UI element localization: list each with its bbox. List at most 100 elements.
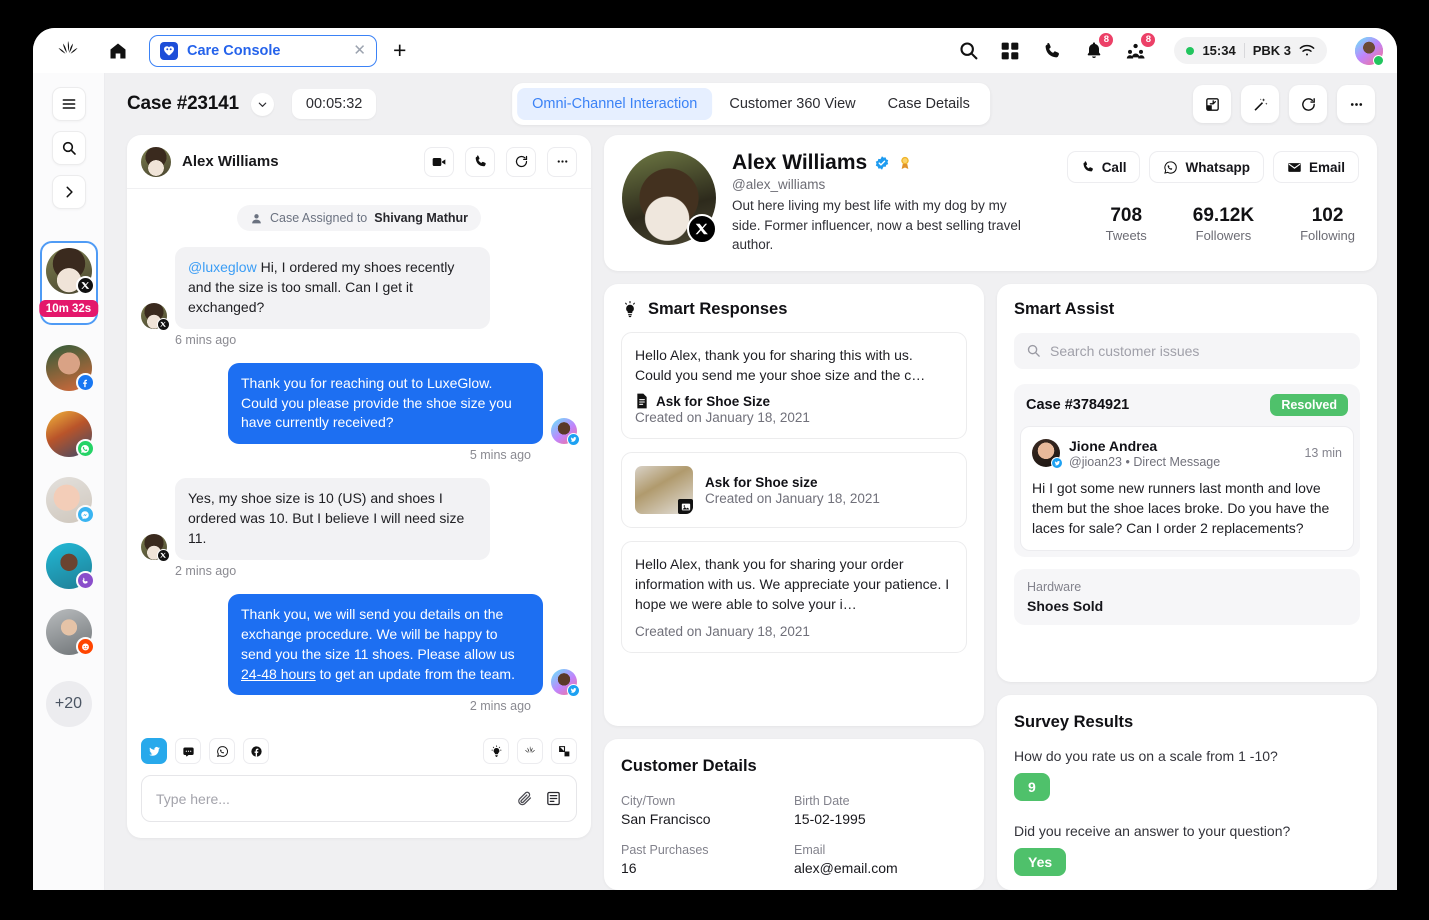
lightbulb-icon bbox=[621, 300, 639, 319]
stat-following: 102 Following bbox=[1300, 205, 1355, 243]
refresh-icon[interactable] bbox=[1289, 85, 1327, 123]
channel-whatsapp-icon bbox=[75, 439, 95, 458]
home-icon[interactable] bbox=[103, 36, 133, 66]
apps-grid-icon[interactable] bbox=[998, 39, 1022, 63]
composer-channel-facebook[interactable] bbox=[243, 738, 269, 764]
channel-x-icon bbox=[157, 548, 170, 562]
related-case-author: Jione Andrea bbox=[1069, 437, 1158, 454]
system-note-prefix: Case Assigned to bbox=[269, 211, 368, 225]
duplicate-icon[interactable] bbox=[1193, 85, 1231, 123]
attachment-icon[interactable] bbox=[516, 790, 533, 807]
status-pill: 15:34 PBK 3 bbox=[1174, 37, 1327, 64]
channel-twitter-icon bbox=[567, 433, 580, 447]
message-bubble: Thank you, we will send you details on t… bbox=[228, 593, 543, 696]
hardware-label: Hardware bbox=[1027, 579, 1082, 594]
smart-response-item[interactable]: Hello Alex, thank you for sharing this w… bbox=[621, 331, 967, 440]
magic-wand-icon[interactable] bbox=[1241, 85, 1279, 123]
people-icon[interactable]: 8 bbox=[1124, 31, 1157, 63]
app-body: 10m 32s +20 Case #23141 00:05:32 Omni-Ch… bbox=[33, 73, 1397, 890]
hardware-value: Shoes Sold bbox=[1027, 597, 1104, 614]
call-button[interactable]: Call bbox=[1066, 151, 1141, 183]
detail-value: alex@email.com bbox=[794, 860, 898, 876]
smart-assist-panel: Smart Assist Case #3784921 bbox=[997, 283, 1377, 682]
channel-viber-icon bbox=[75, 571, 95, 590]
smart-responses-column: Smart Responses Hello Alex, thank you fo… bbox=[604, 283, 984, 890]
email-icon bbox=[1287, 160, 1302, 175]
queue-item[interactable] bbox=[45, 345, 95, 392]
smart-response-item[interactable]: Hello Alex, thank you for sharing your o… bbox=[621, 541, 967, 654]
chevron-right-icon[interactable] bbox=[51, 175, 86, 209]
template-icon[interactable] bbox=[545, 790, 562, 807]
search-icon[interactable] bbox=[956, 39, 980, 63]
queue-item-active[interactable]: 10m 32s bbox=[38, 241, 99, 325]
close-icon[interactable]: ✕ bbox=[353, 43, 366, 58]
search-icon[interactable] bbox=[51, 131, 86, 165]
detail-value: 15-02-1995 bbox=[794, 811, 866, 827]
system-note: Case Assigned to Shivang Mathur bbox=[236, 205, 482, 231]
message-timestamp: 5 mins ago bbox=[469, 448, 531, 463]
related-case-source: @jioan23 • Direct Message bbox=[1069, 455, 1220, 469]
avatar[interactable] bbox=[1355, 36, 1384, 66]
phone-icon[interactable] bbox=[465, 146, 495, 177]
more-options-icon[interactable] bbox=[547, 146, 577, 177]
detail-value: San Francisco bbox=[621, 811, 711, 827]
status-badge: Resolved bbox=[1270, 393, 1348, 416]
channel-twitter-icon bbox=[567, 684, 580, 698]
message-text-link[interactable]: 24-48 hours bbox=[241, 666, 316, 682]
smart-response-item[interactable]: Ask for Shoe size Created on January 18,… bbox=[621, 452, 967, 529]
customer-details-panel: Customer Details City/Town San Francisco… bbox=[604, 739, 984, 890]
message-input-wrapper[interactable] bbox=[141, 775, 577, 822]
browser-tab-care-console[interactable]: Care Console ✕ bbox=[149, 34, 377, 67]
message-input[interactable] bbox=[156, 790, 504, 807]
customer-name-row: Alex Williams bbox=[732, 151, 1037, 175]
queue-item[interactable] bbox=[45, 411, 95, 458]
sprinklr-icon[interactable] bbox=[517, 738, 543, 764]
menu-icon[interactable] bbox=[51, 87, 86, 121]
more-options-icon[interactable] bbox=[1337, 85, 1375, 123]
search-input[interactable] bbox=[1050, 342, 1348, 359]
panels-row: Smart Responses Hello Alex, thank you fo… bbox=[604, 283, 1377, 890]
queue-item[interactable] bbox=[45, 543, 95, 590]
system-note-assignee: Shivang Mathur bbox=[374, 211, 469, 225]
detail-label: Past Purchases bbox=[621, 843, 709, 857]
mention-handle[interactable]: @luxeglow bbox=[188, 259, 257, 275]
queue-item[interactable] bbox=[45, 609, 95, 656]
left-rail: 10m 32s +20 bbox=[33, 73, 105, 890]
document-icon bbox=[635, 393, 649, 409]
message-outgoing: Thank you, we will send you details on t… bbox=[141, 593, 580, 698]
customer-name: Alex Williams bbox=[732, 151, 868, 174]
new-tab-button[interactable]: + bbox=[393, 39, 406, 62]
channel-x-icon bbox=[157, 317, 170, 331]
channel-reddit-icon bbox=[75, 637, 95, 656]
smart-response-date: Created on January 18, 2021 bbox=[635, 410, 810, 426]
image-icon bbox=[678, 499, 693, 515]
phone-icon[interactable] bbox=[1040, 39, 1064, 63]
composer-channel-whatsapp[interactable] bbox=[209, 738, 235, 764]
bell-badge: 8 bbox=[1098, 31, 1115, 48]
related-case-card[interactable]: Case #3784921 Resolved Jione Andrea @jio… bbox=[1014, 383, 1360, 557]
smart-responses-title-row: Smart Responses bbox=[621, 300, 967, 319]
tab-customer-360-view[interactable]: Customer 360 View bbox=[714, 88, 870, 120]
tab-omni-channel-interaction[interactable]: Omni-Channel Interaction bbox=[517, 88, 713, 120]
detail-city: City/Town San Francisco bbox=[621, 794, 794, 827]
survey-question: Did you receive an answer to your questi… bbox=[1014, 823, 1291, 839]
email-button[interactable]: Email bbox=[1272, 151, 1359, 183]
composer-channel-twitter[interactable] bbox=[141, 738, 167, 764]
survey-answer: 9 bbox=[1014, 773, 1050, 801]
video-call-icon[interactable] bbox=[424, 146, 454, 177]
chevron-down-icon[interactable] bbox=[250, 92, 274, 116]
whatsapp-button[interactable]: Whatsapp bbox=[1149, 151, 1264, 183]
lightbulb-icon[interactable] bbox=[483, 738, 509, 764]
tab-case-details[interactable]: Case Details bbox=[873, 88, 985, 120]
queue-more-count[interactable]: +20 bbox=[45, 681, 92, 727]
search-customer-issues-wrapper[interactable] bbox=[1014, 332, 1360, 369]
bell-icon[interactable]: 8 bbox=[1082, 31, 1115, 63]
customer-bio: Out here living my best life with my dog… bbox=[732, 198, 1021, 253]
composer-channel-messenger[interactable] bbox=[175, 738, 201, 764]
refresh-icon[interactable] bbox=[506, 146, 536, 177]
avatar bbox=[551, 669, 580, 698]
queue-item[interactable] bbox=[45, 477, 95, 524]
translate-icon[interactable] bbox=[551, 738, 577, 764]
profile-stats: 708 Tweets 69.12K Followers 102 Followin… bbox=[1106, 205, 1359, 243]
search-icon bbox=[1026, 343, 1041, 358]
